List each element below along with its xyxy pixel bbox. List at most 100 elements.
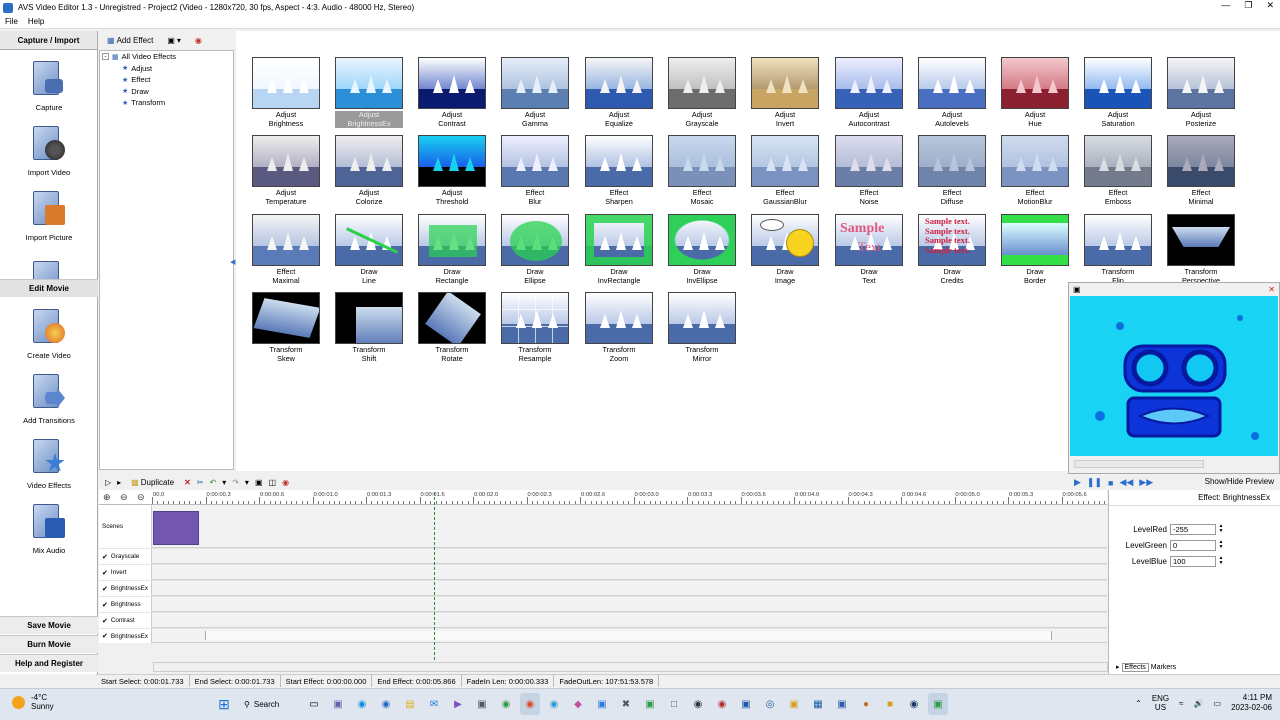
effect-effect-noise[interactable]: Effect Noise [835,135,903,206]
capture-import-header[interactable]: Capture / Import [0,31,97,50]
track-area[interactable] [152,629,1107,643]
effect-adjust-gamma[interactable]: Adjust Gamma [501,57,569,128]
tray-chevron-icon[interactable]: ⌃ [1135,699,1142,708]
effect-adjust-colorize[interactable]: Adjust Colorize [335,135,403,206]
app-icon-3[interactable]: ◉ [688,693,708,715]
forward-icon[interactable]: ▶▶ [1139,477,1153,488]
effect-adjust-autocontrast[interactable]: Adjust Autocontrast [835,57,903,128]
effect-transform-resample[interactable]: Transform Resample [501,292,569,363]
collapse-icon[interactable]: - [102,53,109,61]
mix-audio-button[interactable]: Mix Audio [0,502,98,555]
tree-root[interactable]: - ▦ All Video Effects [100,51,233,63]
effect-adjust-equalize[interactable]: Adjust Equalize [585,57,653,128]
scene-clip[interactable] [153,511,199,545]
effect-span[interactable] [205,631,1052,640]
track-checkbox[interactable]: ✔ [102,553,108,561]
help-register-button[interactable]: Help and Register [0,654,98,672]
effect-adjust-grayscale[interactable]: Adjust Grayscale [668,57,736,128]
task-view-icon[interactable]: ▭ [304,693,324,715]
redo-icon[interactable]: ↷ [232,478,239,487]
effect-adjust-hue[interactable]: Adjust Hue [1001,57,1069,128]
tab-effects[interactable]: Effects [1121,662,1149,672]
effect-transform-rotate[interactable]: Transform Rotate [418,292,486,363]
effect-effect-mosaic[interactable]: Effect Mosaic [668,135,736,206]
language-indicator[interactable]: ENG US [1152,694,1169,712]
effect-transform-flip[interactable]: Transform Flip [1084,214,1152,285]
tab-markers[interactable]: Markers [1151,664,1176,671]
effect-draw-text[interactable]: Sample Text Draw Text [835,214,903,285]
tab-arrow-icon[interactable]: ▸ [1116,663,1120,671]
effect-transform-zoom[interactable]: Transform Zoom [585,292,653,363]
effect-draw-border[interactable]: Draw Border [1001,214,1069,285]
zoom-fit-icon[interactable]: ⊝ [137,492,145,503]
preview-scrollbar[interactable] [1074,460,1204,468]
zoom-in-icon[interactable]: ⊕ [103,492,111,503]
pause-icon[interactable]: ❚❚ [1087,477,1102,488]
tree-item-adjust[interactable]: ★ Adjust [100,63,233,75]
taskbar-search[interactable]: ⚲ Search [238,693,300,715]
effect-draw-image[interactable]: Draw Image [751,214,819,285]
close-icon[interactable]: ✕ [1266,0,1274,11]
chat-icon[interactable]: ▣ [328,693,348,715]
effect-draw-ellipse[interactable]: Draw Ellipse [501,214,569,285]
effect-draw-rectangle[interactable]: Draw Rectangle [418,214,486,285]
effect-adjust-invert[interactable]: Adjust Invert [751,57,819,128]
effect-adjust-brightness[interactable]: Adjust Brightness [252,57,320,128]
level-red-spinner[interactable]: ▲ ▼ [1217,524,1225,535]
media-icon[interactable]: ▶ [448,693,468,715]
capture-frame-button[interactable]: ◉ [191,34,206,47]
edge-dev-icon[interactable]: ◉ [376,693,396,715]
import-video-button[interactable]: Import Video [0,124,98,177]
menu-file[interactable]: File [5,17,18,26]
playhead[interactable] [434,492,435,660]
video-effects-button[interactable]: Video Effects [0,437,98,490]
trash-icon[interactable]: ◫ [269,478,277,487]
storyboard-icon[interactable]: ▸ [117,478,121,487]
mail-icon[interactable]: ✉ [424,693,444,715]
track-checkbox[interactable]: ✔ [102,601,108,609]
effect-effect-emboss[interactable]: Effect Emboss [1084,135,1152,206]
effect-effect-diffuse[interactable]: Effect Diffuse [918,135,986,206]
track-area[interactable] [152,565,1107,580]
preview-close-icon[interactable]: ✕ [1268,285,1275,294]
save-movie-button[interactable]: Save Movie [0,616,98,634]
track-area[interactable] [152,549,1107,564]
tree-item-effect[interactable]: ★ Effect [100,74,233,86]
undo-dropdown-icon[interactable]: ▾ [222,478,226,487]
restore-icon[interactable]: ❐ [1244,0,1252,11]
effect-transform-skew[interactable]: Transform Skew [252,292,320,363]
app-icon-9[interactable]: ▣ [832,693,852,715]
browser-icon[interactable]: ◉ [544,693,564,715]
effect-draw-credits[interactable]: Sample text. Sample text. Sample text. Samp… [918,214,986,285]
box-icon[interactable]: ▣ [640,693,660,715]
show-hide-preview-button[interactable]: Show/Hide Preview [1205,477,1274,486]
menu-help[interactable]: Help [28,17,44,26]
undo-icon[interactable]: ↶ [210,478,217,487]
splitter-arrow-icon[interactable]: ◀ [230,258,235,266]
create-video-button[interactable]: Create Video [0,307,98,360]
effect-adjust-brightnessex[interactable]: Adjust BrightnessEx [335,57,403,128]
tree-item-draw[interactable]: ★ Draw [100,86,233,98]
avs-taskbar-icon[interactable]: ▣ [928,693,948,715]
track-area[interactable] [152,613,1107,628]
app-icon-4[interactable]: ◉ [712,693,732,715]
effect-transform-mirror[interactable]: Transform Mirror [668,292,736,363]
edge-icon[interactable]: ◉ [352,693,372,715]
rewind-icon[interactable]: ◀◀ [1119,477,1133,488]
level-green-spinner[interactable]: ▲ ▼ [1217,540,1225,551]
timeline-scrollbar[interactable] [153,662,1108,672]
app-icon-2[interactable]: ▣ [592,693,612,715]
effect-effect-gaussianblur[interactable]: Effect GaussianBlur [751,135,819,206]
minimize-icon[interactable]: — [1221,0,1230,11]
burn-movie-button[interactable]: Burn Movie [0,635,98,653]
track-area[interactable] [152,505,1107,548]
track-checkbox[interactable]: ✔ [102,632,108,640]
visio-icon[interactable]: □ [664,693,684,715]
edit-movie-header[interactable]: Edit Movie [0,279,98,297]
timeline-ruler[interactable]: ⊕ ⊖ ⊝ 00.0 0:00:00.3 0:00:00.6 0:00:01.0 0:0… [99,490,1111,505]
effect-effect-motionblur[interactable]: Effect MotionBlur [1001,135,1069,206]
timeline-view-icon[interactable]: ▷ [105,478,111,487]
app-icon-5[interactable]: ▣ [736,693,756,715]
level-red-input[interactable]: -255 [1170,524,1216,535]
chrome-icon[interactable]: ◉ [496,693,516,715]
